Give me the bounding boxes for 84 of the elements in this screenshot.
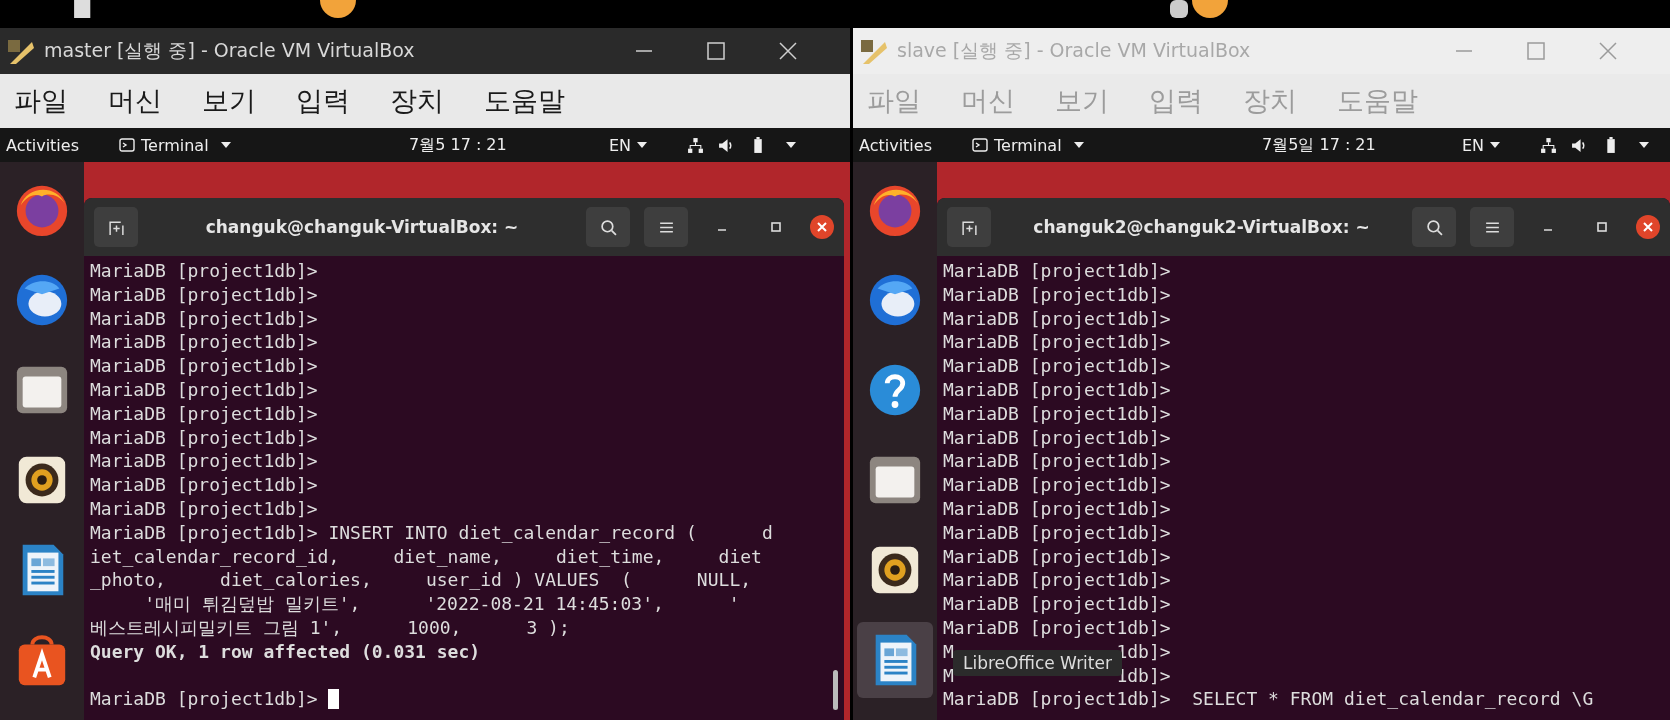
tooltip: LibreOffice Writer: [953, 650, 1122, 676]
menu-button[interactable]: [644, 207, 688, 247]
terminal-icon: [119, 138, 135, 152]
terminal-line: MariaDB [project1db]>: [90, 401, 318, 426]
terminal-line: MariaDB [project1db]>: [90, 306, 318, 331]
menu-item[interactable]: 보기: [202, 83, 256, 119]
terminal-line: MariaDB [project1db]> SELECT * FROM diet_calendar_record \G: [943, 687, 1594, 712]
terminal-prompt: MariaDB [project1db]>: [90, 687, 318, 712]
terminal-line: MariaDB [project1db]>: [943, 592, 1171, 616]
terminal-line: MariaDB [project1db]>: [90, 378, 318, 402]
menu-item[interactable]: 파일: [14, 83, 68, 119]
terminal-title: changuk@changuk-VirtualBox: ~: [204, 217, 520, 237]
terminal-line: iet_calendar_record_id, diet_name, diet_time, diet: [90, 544, 762, 569]
terminal-line: MariaDB [project1db]> INSERT INTO diet_calendar_record ( d: [90, 520, 773, 545]
window-title: slave [실행 중] - Oracle VM VirtualBox: [897, 38, 1252, 63]
terminal-line: MariaDB [project1db]>: [943, 520, 1171, 545]
maximize-icon[interactable]: [706, 41, 726, 61]
terminal-line: MariaDB [project1db]>: [943, 306, 1171, 331]
terminal-line: MariaDB [project1db]>: [943, 282, 1171, 307]
network-icon[interactable]: [687, 136, 705, 154]
close-icon[interactable]: [778, 41, 798, 61]
dock-item[interactable]: [857, 622, 933, 698]
app-menu[interactable]: Terminal: [119, 135, 409, 155]
terminal-title: changuk2@changuk2-VirtualBox: ~: [1032, 217, 1371, 237]
terminal-line: MariaDB [project1db]>: [943, 330, 1171, 355]
search-button[interactable]: [586, 207, 630, 247]
new-tab-button[interactable]: [947, 207, 991, 247]
search-icon: [1425, 218, 1443, 236]
new-tab-button[interactable]: [94, 207, 138, 247]
search-button[interactable]: [1412, 207, 1456, 247]
terminal-line: MariaDB [project1db]>: [943, 544, 1171, 569]
close-icon[interactable]: [810, 215, 834, 239]
menu-item[interactable]: 장치: [390, 83, 444, 119]
caret-icon: [220, 142, 231, 148]
terminal-line: _photo, diet_calories, user_id ) VALUES ( NULL,: [90, 568, 752, 593]
terminal-line: M: [943, 663, 954, 688]
terminal-line: MariaDB [project1db]>: [943, 354, 1171, 378]
caret-icon: [637, 142, 648, 148]
close-icon[interactable]: [1636, 215, 1660, 239]
app-menu[interactable]: Terminal: [972, 135, 1262, 155]
terminal-line: MariaDB [project1db]>: [943, 378, 1171, 402]
menu-item[interactable]: 머신: [108, 83, 162, 119]
terminal-line: MariaDB [project1db]>: [90, 282, 318, 307]
network-icon[interactable]: [1540, 136, 1558, 154]
terminal-line: MariaDB [project1db]>: [943, 473, 1171, 497]
terminal-line: MariaDB [project1db]>: [943, 259, 1171, 283]
terminal-line: MariaDB [project1db]>: [90, 259, 318, 283]
terminal-line: MariaDB [project1db]>: [90, 473, 318, 497]
menu-item[interactable]: 도움말: [484, 83, 565, 119]
new-tab-icon: [960, 218, 978, 236]
search-icon: [599, 218, 617, 236]
terminal-line: 베스트레시피밀키트 그림 1', 1000, 3 );: [90, 615, 570, 640]
scrollbar[interactable]: [833, 670, 838, 710]
terminal-icon: [972, 138, 988, 152]
new-tab-icon: [107, 218, 125, 236]
menu-button[interactable]: [1470, 207, 1514, 247]
activities-button[interactable]: Activities: [6, 135, 79, 155]
caret-icon: [1490, 142, 1501, 148]
caret-icon: [1073, 142, 1084, 148]
clock[interactable]: 7월5일 17 : 21: [1262, 134, 1462, 156]
caret-icon[interactable]: [786, 142, 797, 148]
terminal-line: MariaDB [project1db]>: [90, 330, 318, 355]
maximize-icon[interactable]: [1594, 219, 1610, 235]
maximize-icon[interactable]: [768, 219, 784, 235]
terminal-line: MariaDB [project1db]>: [90, 425, 318, 450]
query-result: Query OK, 1 row affected (0.031 sec): [90, 639, 481, 664]
activities-button[interactable]: Activities: [859, 135, 932, 155]
terminal-line: M: [943, 639, 954, 664]
terminal-line: MariaDB [project1db]>: [943, 496, 1171, 521]
window-title: master [실행 중] - Oracle VM VirtualBox: [44, 38, 416, 63]
terminal-line: MariaDB [project1db]>: [943, 449, 1171, 474]
menu-item[interactable]: 입력: [296, 83, 350, 119]
clock[interactable]: 7월5 17 : 21: [409, 134, 609, 156]
terminal-line: MariaDB [project1db]>: [90, 496, 318, 521]
terminal-line: '매미 튀김덮밥 밀키트', '2022-08-21 14:45:03', ': [143, 592, 740, 616]
terminal-line: MariaDB [project1db]>: [943, 615, 1171, 640]
caret-icon[interactable]: [1639, 142, 1650, 148]
terminal-line: MariaDB [project1db]>: [943, 401, 1171, 426]
terminal-line: MariaDB [project1db]>: [943, 425, 1171, 450]
terminal-line: MariaDB [project1db]>: [90, 449, 318, 474]
terminal-line: MariaDB [project1db]>: [90, 354, 318, 378]
language-menu[interactable]: EN: [1462, 135, 1501, 155]
language-menu[interactable]: EN: [609, 135, 648, 155]
terminal-line: MariaDB [project1db]>: [943, 568, 1171, 593]
